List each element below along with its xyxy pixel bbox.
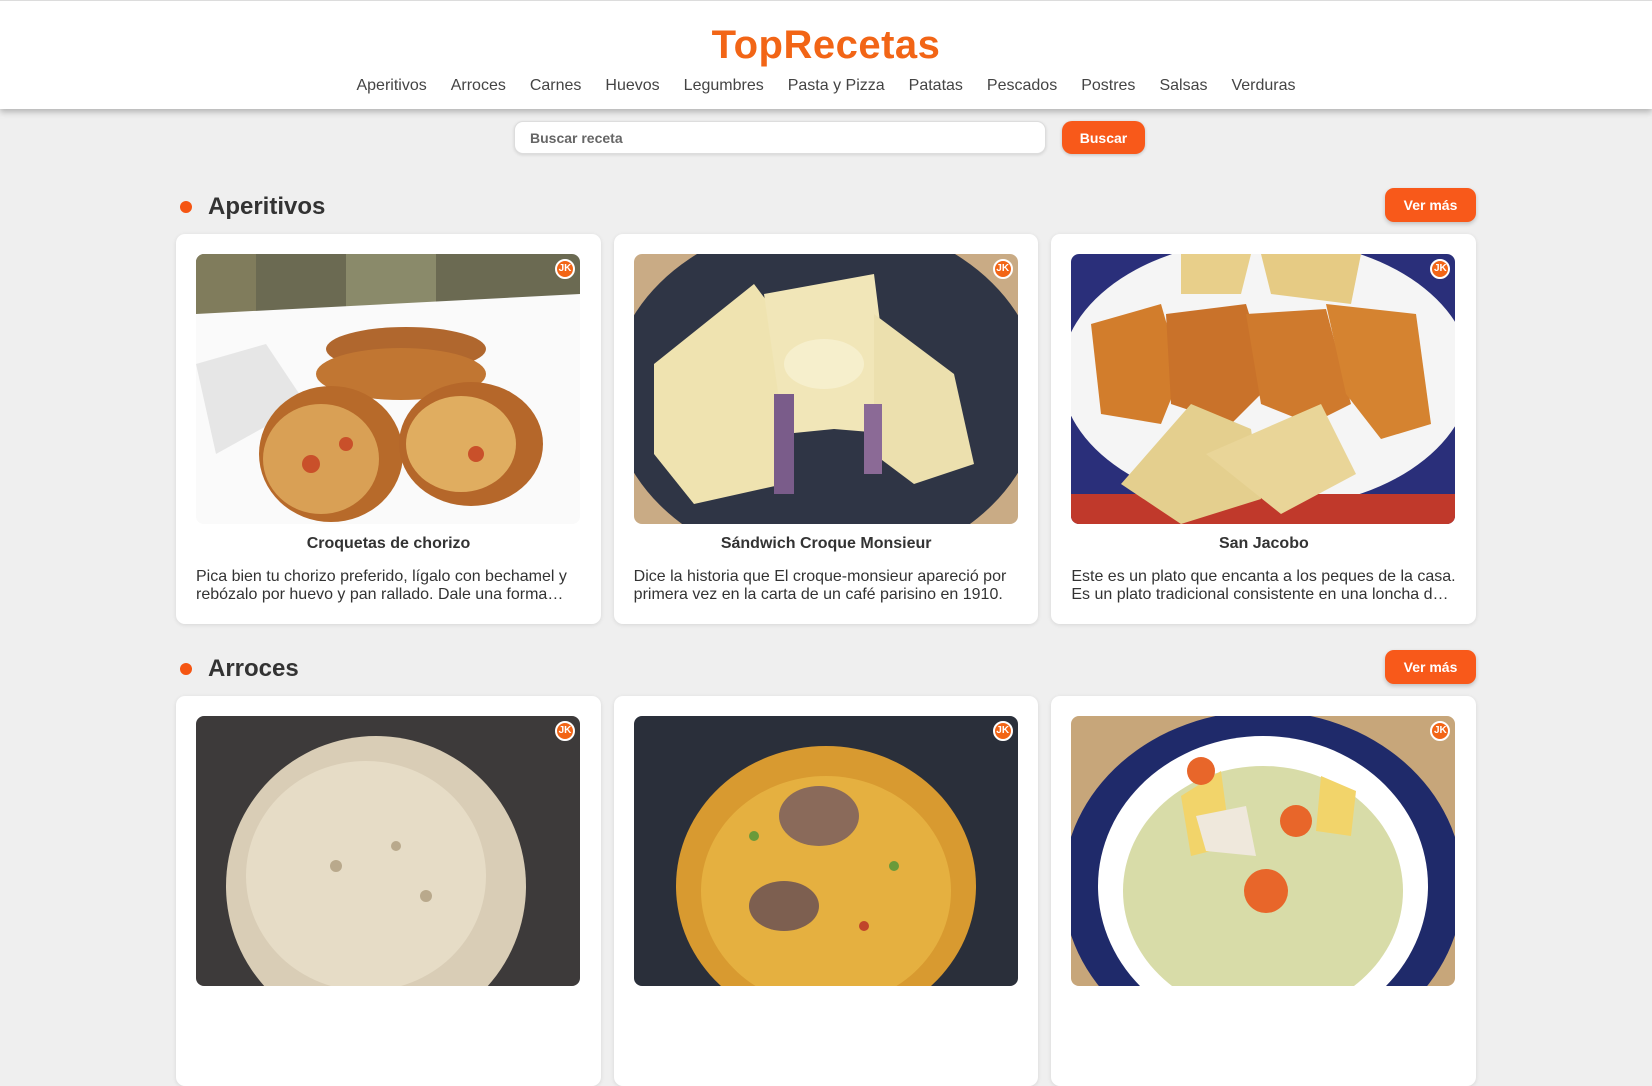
search-input[interactable]	[514, 121, 1046, 154]
chef-badge-icon: JK	[992, 721, 1013, 741]
dot-icon	[180, 201, 192, 213]
search-button[interactable]: Buscar	[1062, 121, 1145, 154]
nav-item-legumbres[interactable]: Legumbres	[684, 75, 764, 97]
recipe-card[interactable]: JK San Jacobo Este es un plato que encan…	[1051, 234, 1477, 624]
recipe-card[interactable]: JK	[613, 696, 1039, 1086]
chef-badge-icon: JK	[555, 259, 575, 279]
recipe-card-list: JK Croquetas de chorizo Pica bien tu cho…	[176, 234, 1477, 624]
nav-item-pescados[interactable]: Pescados	[987, 75, 1057, 97]
nav-item-patatas[interactable]: Patatas	[909, 75, 963, 97]
recipe-description: Pica bien tu chorizo preferido, lígalo c…	[196, 568, 567, 603]
nav-item-huevos[interactable]: Huevos	[605, 75, 659, 97]
recipe-image[interactable]: JK	[633, 716, 1018, 986]
nav-item-aperitivos[interactable]: Aperitivos	[356, 75, 426, 97]
nav-item-carnes[interactable]: Carnes	[530, 75, 582, 97]
nav-item-arroces[interactable]: Arroces	[451, 75, 506, 97]
nav-item-postres[interactable]: Postres	[1081, 75, 1135, 97]
ver-mas-button[interactable]: Ver más	[1385, 188, 1476, 222]
section-header: Aperitivos Ver más	[176, 188, 1476, 224]
recipe-image[interactable]: JK	[196, 716, 580, 986]
recipe-card[interactable]: JK	[1051, 696, 1477, 1086]
chef-badge-icon: JK	[992, 259, 1013, 279]
site-logo[interactable]: TopRecetas	[0, 19, 1652, 71]
section-arroces: Arroces Ver más JK JK JK	[176, 650, 1477, 1086]
ver-mas-button[interactable]: Ver más	[1385, 650, 1476, 684]
section-aperitivos: Aperitivos Ver más JK Croquetas de chori…	[176, 188, 1477, 624]
site-header: TopRecetas Aperitivos Arroces Carnes Hue…	[0, 0, 1652, 109]
recipe-description: Este es un plato que encanta a los peque…	[1071, 568, 1456, 603]
section-title: Aperitivos	[208, 193, 326, 220]
recipe-image[interactable]: JK	[633, 254, 1018, 524]
recipe-image[interactable]: JK	[196, 254, 580, 524]
recipe-title[interactable]: Croquetas de chorizo	[176, 534, 601, 554]
recipe-title[interactable]: Sándwich Croque Monsieur	[614, 534, 1039, 554]
recipe-card[interactable]: JK	[176, 696, 601, 1086]
recipe-description: Dice la historia que El croque-monsieur …	[633, 568, 1007, 603]
recipe-card-list: JK JK JK	[176, 696, 1477, 1086]
dot-icon	[180, 663, 192, 675]
recipe-image[interactable]: JK	[1071, 254, 1456, 524]
recipe-image[interactable]: JK	[1071, 716, 1456, 986]
recipe-title[interactable]: San Jacobo	[1051, 534, 1476, 554]
nav-item-salsas[interactable]: Salsas	[1159, 75, 1207, 97]
section-title: Arroces	[208, 655, 299, 682]
nav-item-pasta-y-pizza[interactable]: Pasta y Pizza	[788, 75, 885, 97]
recipe-card[interactable]: JK Sándwich Croque Monsieur Dice la hist…	[613, 234, 1039, 624]
category-nav: Aperitivos Arroces Carnes Huevos Legumbr…	[0, 75, 1652, 97]
recipe-card[interactable]: JK Croquetas de chorizo Pica bien tu cho…	[176, 234, 601, 624]
section-header: Arroces Ver más	[176, 650, 1476, 686]
nav-item-verduras[interactable]: Verduras	[1231, 75, 1295, 97]
chef-badge-icon: JK	[555, 721, 575, 741]
